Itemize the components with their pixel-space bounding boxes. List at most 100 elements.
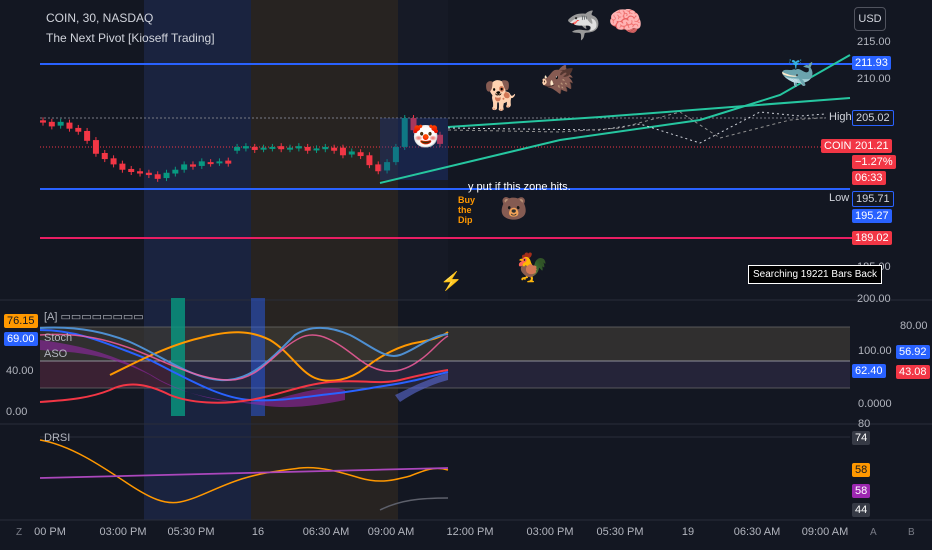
candle — [322, 146, 329, 150]
osc-aso-label: ASO — [44, 348, 68, 360]
osc-stoch-label: Stoch — [44, 332, 73, 344]
candle — [75, 127, 82, 132]
drsi-tag-44: 44 — [852, 503, 871, 517]
coin-label: COIN — [821, 139, 855, 153]
candle — [278, 146, 285, 150]
x-label-7: 03:00 PM — [526, 526, 574, 538]
indicator-title[interactable]: The Next Pivot [Kioseff Trading] — [46, 31, 215, 45]
candle — [287, 147, 294, 150]
coin-price-tag: 201.21 — [852, 139, 892, 153]
low-tag: 195.71 — [852, 191, 894, 207]
candle — [92, 140, 99, 154]
drsi-tag-58-orange: 58 — [852, 463, 871, 477]
candle — [234, 146, 241, 151]
price-tick-200: 200.00 — [857, 293, 891, 305]
search-label: Searching 19221 Bars Back — [748, 265, 882, 284]
osc-left-tag-2: 69.00 — [4, 332, 38, 346]
candle — [66, 122, 73, 129]
coin-timer-tag: 06:33 — [852, 171, 886, 185]
osc-right-tag-3: 43.08 — [896, 365, 930, 379]
osc-left-tick-40: 40.00 — [6, 365, 34, 377]
coin-change-tag: −1.27% — [852, 155, 896, 169]
x-label-11: 09:00 AM — [801, 526, 849, 538]
x-label-8: 05:30 PM — [596, 526, 644, 538]
chicken-icon: 🐓 — [514, 252, 549, 283]
candle — [128, 168, 135, 172]
level-tag-189: 189.02 — [852, 231, 892, 245]
candle — [119, 163, 126, 170]
osc-left-tag-1: 76.15 — [4, 314, 38, 328]
corner-b-icon[interactable]: B — [908, 527, 915, 538]
candle — [313, 148, 320, 151]
corner-a-icon[interactable]: A — [870, 527, 877, 538]
candle — [339, 147, 346, 156]
candle — [198, 161, 205, 166]
dip-label: Buy the Dip — [458, 195, 476, 225]
bear-icon: 🐻 — [500, 196, 528, 221]
price-tick-215: 215.00 — [857, 36, 891, 48]
osc-left-tick-0: 0.00 — [6, 406, 28, 418]
osc-right-tick-80: 80.00 — [900, 320, 928, 332]
shark-icon: 🦈 — [566, 10, 601, 41]
candle — [189, 164, 196, 167]
clown-icon: 🤡 — [412, 124, 440, 149]
x-label-9: 19 — [681, 526, 695, 538]
candle — [225, 160, 232, 164]
osc-right-tick-0: 0.0000 — [858, 398, 892, 410]
corner-z-icon[interactable]: Z — [16, 527, 22, 538]
candle — [172, 169, 179, 174]
candle — [366, 155, 373, 166]
candle — [207, 162, 214, 165]
candle — [84, 130, 91, 141]
candle — [242, 146, 249, 149]
candle — [251, 146, 258, 150]
candle — [304, 146, 311, 151]
currency-button[interactable]: USD — [854, 7, 886, 31]
candle — [40, 120, 46, 123]
x-label-4: 06:30 AM — [302, 526, 350, 538]
candle — [181, 164, 188, 170]
candle — [57, 121, 64, 126]
drsi-name[interactable]: DRSI — [44, 432, 70, 444]
candle — [48, 121, 55, 127]
osc-name[interactable]: [A] ▭▭▭▭▭▭▭▭ — [44, 310, 144, 323]
candle — [348, 151, 355, 155]
candle — [145, 172, 152, 176]
x-label-0: 00 PM — [34, 526, 66, 538]
x-label-5: 09:00 AM — [367, 526, 415, 538]
candle — [110, 158, 117, 165]
dog-icon: 🐕 — [484, 80, 519, 111]
candle — [269, 146, 276, 149]
price-tick-210: 210.00 — [857, 73, 891, 85]
high-label: High — [826, 110, 855, 124]
drsi-tick-80: 80 — [858, 418, 871, 430]
brain-icon: 🧠 — [608, 6, 643, 37]
candle — [331, 147, 338, 151]
osc-right-tag-1: 56.92 — [896, 345, 930, 359]
symbol-title: COIN, 30, NASDAQ — [46, 11, 154, 25]
candle — [163, 172, 170, 179]
osc-zone-upper — [40, 327, 850, 361]
candle — [101, 153, 108, 160]
level-tag-211: 211.93 — [852, 56, 891, 70]
candle — [154, 174, 161, 179]
bolt-icon[interactable]: ⚡ — [440, 272, 462, 290]
candle — [216, 161, 223, 164]
candle — [357, 152, 364, 157]
boar-icon: 🐗 — [540, 64, 575, 95]
x-label-6: 12:00 PM — [446, 526, 494, 538]
session-band-orange — [251, 0, 398, 520]
x-label-1: 03:00 PM — [99, 526, 147, 538]
x-label-2: 05:30 PM — [167, 526, 215, 538]
candle — [137, 171, 144, 174]
level-tag-195: 195.27 — [852, 209, 892, 223]
x-label-10: 06:30 AM — [733, 526, 781, 538]
candle — [260, 147, 267, 150]
osc-right-tick-100: 100.00 — [858, 345, 892, 357]
drsi-tag-74: 74 — [852, 431, 871, 445]
osc-right-tag-2: 62.40 — [852, 364, 886, 378]
projected-path-2 — [447, 111, 851, 139]
drsi-tag-58-purple: 58 — [852, 484, 871, 498]
session-band-blue — [144, 0, 251, 520]
high-tag: 205.02 — [852, 110, 894, 126]
